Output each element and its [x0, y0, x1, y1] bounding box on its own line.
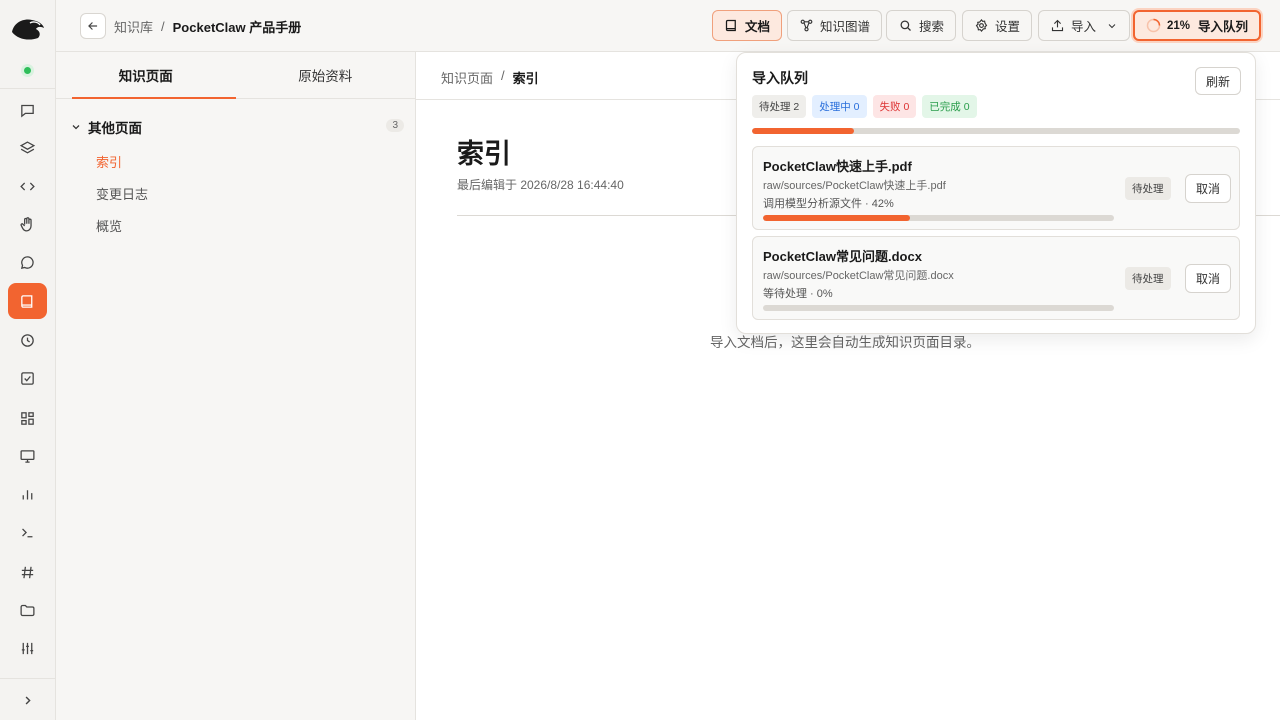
page-title: 索引 [457, 139, 511, 169]
chevron-down-icon [1108, 23, 1116, 28]
terminal-icon[interactable] [8, 514, 47, 550]
message-icon[interactable] [8, 244, 47, 280]
settings-button-label: 设置 [995, 20, 1021, 34]
spinner-icon [1146, 18, 1161, 33]
docs-button-label: 文档 [745, 20, 771, 34]
bar-chart-icon[interactable] [8, 476, 47, 512]
sliders-icon[interactable] [8, 630, 47, 666]
import-button-label: 导入 [1071, 20, 1097, 34]
popover-title: 导入队列 [752, 70, 808, 86]
content-breadcrumb-root[interactable]: 知识页面 [441, 68, 493, 87]
breadcrumb-root[interactable]: 知识库 [114, 17, 153, 36]
import-queue-popover: 导入队列 刷新 待处理 2 处理中 0 失败 0 已完成 0 PocketCla… [736, 52, 1256, 334]
queue-percent: 21% [1167, 19, 1191, 32]
breadcrumb-separator: / [161, 19, 165, 34]
queue-item-name: PocketClaw常见问题.docx [763, 249, 922, 264]
import-queue-button[interactable]: 21% 导入队列 [1133, 10, 1262, 41]
empty-state-message: 导入文档后，这里会自动生成知识页面目录。 [710, 335, 980, 350]
knowledge-graph-button[interactable]: 知识图谱 [787, 10, 883, 41]
content-breadcrumb: 知识页面 / 索引 [441, 68, 539, 87]
arrow-left-icon [88, 22, 98, 30]
grid-icon[interactable] [8, 400, 47, 436]
overall-progress-fill [752, 128, 855, 134]
online-status-dot [24, 67, 31, 74]
queue-item-status: 调用模型分析源文件 · 42% [763, 198, 894, 210]
top-bar: 知识库 / PocketClaw 产品手册 文档 知识图谱 搜索 设置 导入 2… [56, 0, 1280, 52]
page-item-index[interactable]: 索引 [96, 152, 122, 171]
breadcrumb-current: PocketClaw 产品手册 [172, 20, 302, 35]
search-icon [900, 20, 911, 31]
book-icon [725, 19, 736, 32]
page-group-header[interactable]: 其他页面 3 [70, 116, 404, 138]
gear-icon [975, 18, 988, 33]
queue-item-path: raw/sources/PocketClaw常见问题.docx [763, 270, 954, 282]
hash-icon[interactable] [8, 554, 47, 590]
back-button[interactable] [80, 13, 106, 39]
queue-item-progress-fill [763, 215, 911, 221]
breadcrumb: 知识库 / PocketClaw 产品手册 [114, 17, 301, 36]
book-icon[interactable] [8, 283, 47, 319]
app-logo-icon[interactable] [10, 14, 46, 42]
layers-icon[interactable] [8, 130, 47, 166]
page-item-overview[interactable]: 概览 [96, 216, 122, 235]
page-group-count: 3 [386, 119, 404, 132]
queue-item-status-tag: 待处理 [1125, 177, 1171, 200]
search-button[interactable]: 搜索 [886, 10, 957, 41]
checkbox-icon[interactable] [8, 360, 47, 396]
queue-item: PocketClaw常见问题.docx raw/sources/PocketCl… [752, 236, 1240, 320]
last-edited: 最后编辑于 2026/8/28 16:44:40 [457, 178, 624, 192]
graph-icon [800, 19, 813, 32]
queue-stats: 待处理 2 处理中 0 失败 0 已完成 0 [752, 95, 977, 118]
search-button-label: 搜索 [919, 20, 945, 34]
rail-divider [0, 88, 55, 89]
cancel-button[interactable]: 取消 [1185, 174, 1232, 203]
queue-item: PocketClaw快速上手.pdf raw/sources/PocketCla… [752, 146, 1240, 230]
code-icon[interactable] [8, 168, 47, 204]
queue-item-status: 等待处理 · 0% [763, 288, 833, 300]
chat-icon[interactable] [8, 92, 47, 128]
knowledge-sidebar: 知识页面 原始资料 其他页面 3 索引 变更日志 概览 [56, 52, 416, 720]
completed-badge: 已完成 0 [922, 95, 977, 118]
hand-icon[interactable] [8, 206, 47, 242]
content-breadcrumb-separator: / [501, 68, 505, 83]
failed-badge: 失败 0 [872, 95, 917, 118]
pending-badge: 待处理 2 [752, 95, 807, 118]
tab-raw-materials[interactable]: 原始资料 [236, 52, 416, 98]
monitor-icon[interactable] [8, 438, 47, 474]
import-button[interactable]: 导入 [1038, 10, 1131, 41]
page-item-changelog[interactable]: 变更日志 [96, 184, 148, 203]
chevron-down-icon [72, 125, 80, 130]
settings-button[interactable]: 设置 [962, 10, 1033, 41]
overall-progress-bar [752, 128, 1240, 134]
queue-item-status-tag: 待处理 [1125, 267, 1171, 290]
content-breadcrumb-current: 索引 [512, 71, 539, 86]
docs-button[interactable]: 文档 [712, 10, 783, 41]
tab-knowledge-pages[interactable]: 知识页面 [56, 52, 236, 99]
queue-item-progress-bar [763, 305, 1114, 311]
queue-item-name: PocketClaw快速上手.pdf [763, 159, 912, 174]
sidebar-tabs: 知识页面 原始资料 [56, 52, 415, 99]
page-group-label: 其他页面 [88, 121, 142, 136]
folder-icon[interactable] [8, 592, 47, 628]
clock-icon[interactable] [8, 322, 47, 358]
queue-item-path: raw/sources/PocketClaw快速上手.pdf [763, 180, 946, 192]
refresh-button[interactable]: 刷新 [1194, 67, 1241, 95]
upload-icon [1051, 19, 1064, 32]
chevron-right-icon[interactable] [8, 682, 47, 718]
icon-rail [0, 0, 56, 720]
processing-badge: 处理中 0 [812, 95, 867, 118]
cancel-button[interactable]: 取消 [1185, 264, 1232, 293]
rail-divider [0, 678, 55, 679]
import-queue-button-label: 导入队列 [1198, 20, 1249, 34]
queue-item-progress-bar [763, 215, 1114, 221]
knowledge-graph-button-label: 知识图谱 [820, 20, 871, 34]
